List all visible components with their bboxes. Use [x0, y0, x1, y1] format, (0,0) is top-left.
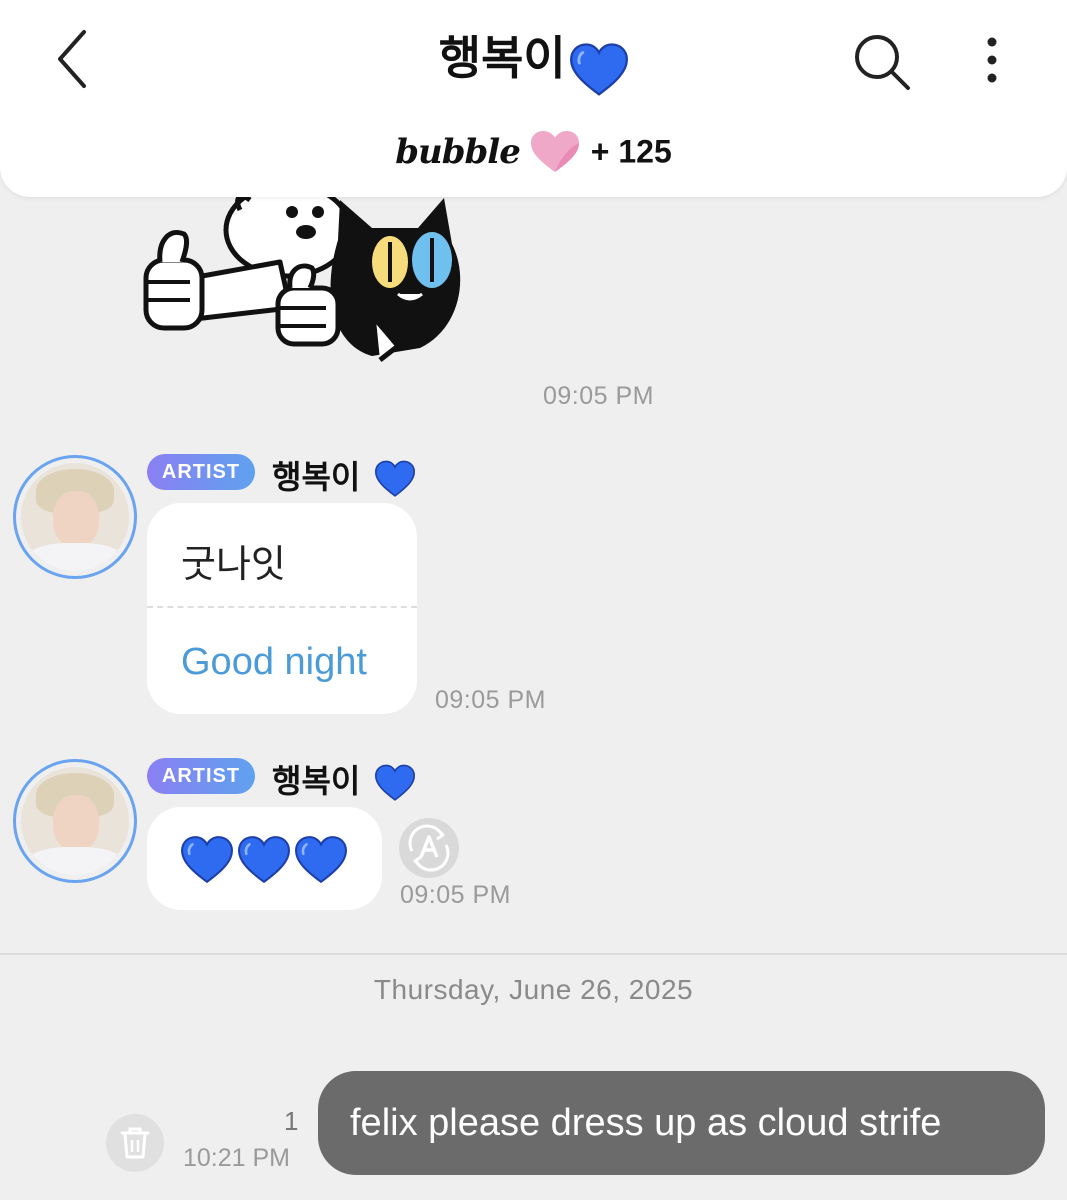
- delete-message-button[interactable]: [106, 1114, 164, 1172]
- message-original-text: 굿나잇: [181, 542, 286, 586]
- translate-button[interactable]: [398, 817, 460, 879]
- blue-heart-icon: [375, 764, 416, 801]
- artist-badge: ARTIST: [147, 454, 255, 490]
- blue-heart-icon: [181, 836, 233, 884]
- sticker-timestamp: 09:05 PM: [543, 382, 655, 410]
- blue-heart-icon: [238, 836, 290, 884]
- bubble-logo: bubble: [395, 132, 521, 172]
- more-vertical-icon: [987, 37, 997, 83]
- sender-name-text: 행복이: [272, 762, 361, 800]
- outgoing-timestamp: 10:21 PM: [183, 1144, 291, 1172]
- chat-title: 행복이: [438, 31, 566, 85]
- avatar-photo: [21, 767, 129, 875]
- message-bubble[interactable]: 굿나잇 Good night: [147, 503, 417, 714]
- sender-name: 행복이: [272, 452, 416, 498]
- artist-badge: ARTIST: [147, 758, 255, 794]
- search-button[interactable]: [850, 30, 914, 94]
- sender-name: 행복이: [272, 756, 416, 802]
- avatar-photo: [21, 463, 129, 571]
- blue-heart-icon: [295, 836, 347, 884]
- translation-divider: [147, 606, 417, 608]
- emoji-message-bubble[interactable]: [147, 807, 382, 910]
- message-translation-text: Good night: [181, 641, 367, 683]
- sender-name-text: 행복이: [272, 458, 361, 496]
- date-divider-label: Thursday, June 26, 2025: [373, 974, 694, 1005]
- more-options-button[interactable]: [972, 30, 1012, 90]
- outgoing-message-bubble[interactable]: felix please dress up as cloud strife: [318, 1071, 1045, 1175]
- bubble-subscription-row[interactable]: bubble + 125: [0, 130, 1067, 180]
- outgoing-message-text: felix please dress up as cloud strife: [350, 1102, 942, 1144]
- unread-count: 1: [284, 1106, 299, 1136]
- pink-heart-icon: [531, 131, 580, 172]
- sticker-message[interactable]: [140, 170, 510, 370]
- message-timestamp: 09:05 PM: [435, 686, 547, 714]
- chat-header: 행복이 bubble + 125: [0, 0, 1067, 197]
- blue-heart-icon: [570, 43, 629, 96]
- artist-avatar[interactable]: [13, 455, 137, 579]
- day-divider-line: [0, 953, 1067, 955]
- blue-heart-icon: [375, 460, 416, 497]
- sticker-image: [143, 181, 461, 362]
- trash-icon: [120, 1127, 150, 1159]
- translate-icon: [399, 818, 459, 878]
- message-timestamp: 09:05 PM: [400, 881, 512, 909]
- search-icon: [855, 35, 910, 90]
- artist-avatar[interactable]: [13, 759, 137, 883]
- bubble-count: + 125: [590, 133, 672, 170]
